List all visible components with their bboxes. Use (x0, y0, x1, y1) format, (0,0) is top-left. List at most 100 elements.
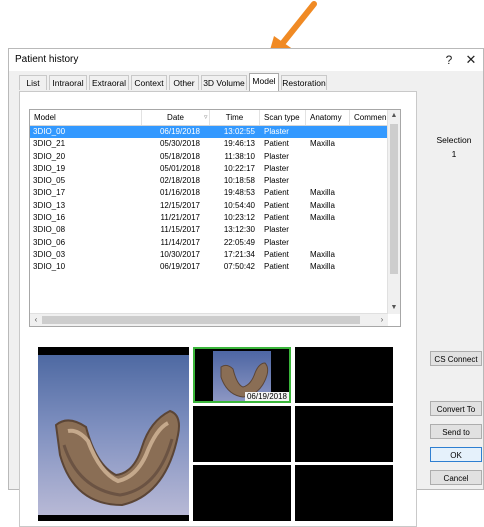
column-header-scan-type[interactable]: Scan type (260, 110, 306, 125)
table-row[interactable]: 3DIO_08 11/15/2017 13:12:30 Plaster (30, 224, 388, 236)
tab-list[interactable]: List (19, 75, 47, 90)
scan-type-cell: Plaster (264, 237, 289, 247)
date-cell: 12/15/2017 (159, 200, 200, 210)
time-cell: 19:46:13 (223, 139, 255, 149)
scan-type-cell: Patient (264, 213, 289, 223)
thumbnail-selected[interactable]: 06/19/2018 (193, 347, 291, 403)
table-row[interactable]: 3DIO_06 11/14/2017 22:05:49 Plaster (30, 237, 388, 249)
anatomy-cell: Maxilla (310, 262, 335, 272)
send-to-button[interactable]: Send to (430, 424, 482, 439)
column-header-date[interactable]: Date (142, 110, 210, 125)
time-cell: 13:12:30 (223, 225, 255, 235)
date-cell: 10/30/2017 (159, 249, 200, 259)
scan-type-cell: Patient (264, 188, 289, 198)
scroll-right-icon[interactable]: › (376, 314, 388, 326)
ok-button[interactable]: OK (430, 447, 482, 462)
horizontal-scroll-thumb[interactable] (42, 316, 360, 324)
tab-context[interactable]: Context (131, 75, 167, 90)
date-cell: 05/01/2018 (159, 163, 200, 173)
tab-model[interactable]: Model (249, 73, 279, 91)
vertical-scrollbar[interactable]: ▲ ▼ (387, 110, 400, 314)
time-cell: 11:38:10 (224, 151, 255, 161)
convert-to-button[interactable]: Convert To (430, 401, 482, 416)
thumbnail-empty[interactable] (295, 347, 393, 403)
table-row[interactable]: 3DIO_17 01/16/2018 19:48:53 Patient Maxilla (30, 187, 388, 199)
column-header-time[interactable]: Time (210, 110, 260, 125)
date-cell: 11/14/2017 (160, 237, 200, 247)
time-cell: 10:18:58 (223, 176, 255, 186)
thumbnail-empty[interactable] (295, 406, 393, 462)
model-cell: 3DIO_19 (33, 163, 66, 173)
title-bar: Patient history ? ✕ (9, 49, 483, 71)
time-cell: 07:50:42 (223, 262, 255, 272)
model-cell: 3DIO_06 (33, 237, 66, 247)
table-row[interactable]: 3DIO_16 11/21/2017 10:23:12 Patient Maxilla (30, 212, 388, 224)
thumbnail-empty[interactable] (295, 465, 393, 521)
time-cell: 19:48:53 (223, 188, 255, 198)
scan-type-cell: Plaster (264, 127, 289, 136)
model-cell: 3DIO_03 (33, 249, 66, 259)
cancel-button[interactable]: Cancel (430, 470, 482, 485)
thumbnail-empty[interactable] (193, 406, 291, 462)
anatomy-cell: Maxilla (310, 188, 335, 198)
scan-type-cell: Plaster (264, 225, 289, 235)
table-row[interactable]: 3DIO_19 05/01/2018 10:22:17 Plaster (30, 163, 388, 175)
patient-history-dialog: Patient history ? ✕ List Intraoral Extra… (8, 48, 484, 527)
model-cell: 3DIO_00 (33, 127, 66, 136)
date-cell: 06/19/2017 (159, 262, 200, 272)
table-row[interactable]: 3DIO_05 02/18/2018 10:18:58 Plaster (30, 175, 388, 187)
model-cell: 3DIO_17 (33, 188, 66, 198)
close-button[interactable]: ✕ (461, 51, 481, 69)
scroll-down-icon[interactable]: ▼ (388, 303, 400, 313)
selection-count: 1 (451, 149, 457, 159)
table-row[interactable]: 3DIO_20 05/18/2018 11:38:10 Plaster (30, 151, 388, 163)
dental-arch-model-image (54, 409, 180, 507)
model-cell: 3DIO_10 (33, 262, 66, 272)
time-cell: 10:23:12 (223, 213, 255, 223)
table-row[interactable]: 3DIO_13 12/15/2017 10:54:40 Patient Maxilla (30, 200, 388, 212)
anatomy-cell: Maxilla (310, 139, 335, 149)
tab-intraoral[interactable]: Intraoral (49, 75, 87, 90)
tab-extraoral[interactable]: Extraoral (89, 75, 129, 90)
column-header-model[interactable]: Model (30, 110, 142, 125)
tab-restoration[interactable]: Restoration (281, 75, 327, 90)
table-body: 3DIO_00 06/19/2018 13:02:55 Plaster 3DIO_21 0… (30, 126, 388, 274)
date-cell: 05/18/2018 (159, 151, 200, 161)
model-table: Model Date ▿ Time Scan type Anatomy Comm… (29, 109, 401, 327)
time-cell: 17:21:34 (223, 249, 255, 259)
tab-other[interactable]: Other (169, 75, 199, 90)
column-header-anatomy[interactable]: Anatomy (306, 110, 350, 125)
window-title: Patient history (15, 54, 79, 65)
scan-type-cell: Patient (264, 139, 289, 149)
column-header-comment[interactable]: Commen (350, 110, 388, 125)
scroll-up-icon[interactable]: ▲ (388, 111, 400, 121)
horizontal-scrollbar[interactable]: ‹ › (30, 313, 388, 326)
thumbnail-date: 06/19/2018 (244, 392, 289, 401)
thumbnail-grid: 06/19/2018 (193, 347, 393, 521)
scan-type-cell: Plaster (264, 151, 289, 161)
table-row[interactable]: 3DIO_00 06/19/2018 13:02:55 Plaster (30, 126, 388, 139)
vertical-scroll-thumb[interactable] (390, 124, 398, 274)
anatomy-cell: Maxilla (310, 213, 335, 223)
thumbnail-empty[interactable] (193, 465, 291, 521)
model-3d-preview[interactable] (38, 347, 189, 521)
cs-connect-button[interactable]: CS Connect (430, 351, 482, 366)
scroll-left-icon[interactable]: ‹ (30, 314, 42, 326)
table-row[interactable]: 3DIO_21 05/30/2018 19:46:13 Patient Maxilla (30, 138, 388, 150)
tab-3d-volume[interactable]: 3D Volume (201, 75, 247, 90)
time-cell: 13:02:55 (223, 127, 255, 136)
model-cell: 3DIO_21 (33, 139, 66, 149)
help-button[interactable]: ? (439, 51, 459, 69)
date-cell: 11/15/2017 (160, 225, 200, 235)
date-cell: 02/18/2018 (159, 176, 200, 186)
date-cell: 05/30/2018 (159, 139, 200, 149)
table-row[interactable]: 3DIO_10 06/19/2017 07:50:42 Patient Maxilla (30, 261, 388, 273)
scan-type-cell: Plaster (264, 176, 289, 186)
preview-viewport (38, 355, 189, 515)
date-cell: 11/21/2017 (160, 213, 200, 223)
model-cell: 3DIO_13 (33, 200, 66, 210)
date-cell: 06/19/2018 (159, 127, 200, 136)
scan-type-cell: Plaster (264, 163, 289, 173)
table-row[interactable]: 3DIO_03 10/30/2017 17:21:34 Patient Maxilla (30, 249, 388, 261)
anatomy-cell: Maxilla (310, 200, 335, 210)
